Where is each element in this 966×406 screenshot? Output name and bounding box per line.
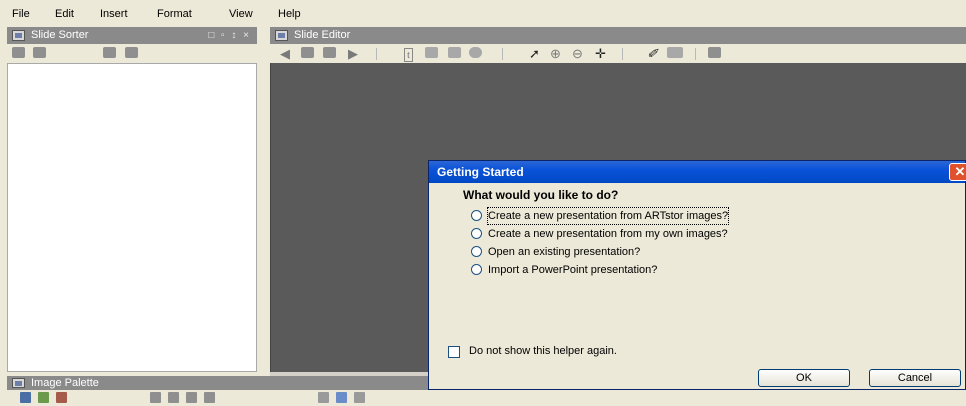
slide-layout-icon[interactable] <box>323 47 336 58</box>
palette-tool-icon[interactable] <box>186 392 197 403</box>
dont-show-again-label[interactable]: Do not show this helper again. <box>469 345 617 357</box>
palette-tool-icon[interactable] <box>150 392 161 403</box>
image-palette-icon <box>12 378 25 388</box>
slide-image-icon[interactable] <box>301 47 314 58</box>
image-palette-title: Image Palette <box>31 377 99 389</box>
slide-sorter-pane[interactable] <box>7 63 257 372</box>
slide-sorter-title: Slide Sorter <box>31 29 89 41</box>
menu-view[interactable]: View <box>229 8 253 20</box>
option-artstor-label[interactable]: Create a new presentation from ARTstor i… <box>486 207 730 225</box>
toolbar-separator <box>376 48 377 60</box>
text-tool-icon[interactable]: t <box>404 48 414 62</box>
delete-slide-icon[interactable] <box>33 47 46 58</box>
toolbar-separator <box>695 48 696 60</box>
zoom-in-icon[interactable]: ⊕ <box>550 44 561 64</box>
pan-icon[interactable]: ✛ <box>595 44 606 64</box>
cancel-button[interactable]: Cancel <box>869 369 961 387</box>
slide-sorter-toolbar <box>7 44 257 64</box>
slide-editor-icon <box>275 30 288 41</box>
new-slide-icon[interactable] <box>12 47 25 58</box>
slide-editor-toolbar: ◀ ▶ t ➚ ⊕ ⊖ ✛ ✐ <box>270 44 966 64</box>
folder-icon[interactable] <box>38 392 49 403</box>
small-thumbnails-icon[interactable] <box>318 392 329 403</box>
getting-started-dialog: Getting Started ✕ What would you like to… <box>428 160 966 390</box>
dont-show-again-checkbox[interactable] <box>448 346 460 358</box>
large-thumbnails-icon[interactable] <box>336 392 347 403</box>
comment-icon[interactable] <box>125 47 138 58</box>
next-slide-icon[interactable]: ▶ <box>348 44 358 64</box>
remove-image-icon[interactable] <box>56 392 67 403</box>
rectangle-tool-icon[interactable] <box>425 47 438 58</box>
slide-editor-titlebar: Slide Editor <box>270 27 966 44</box>
dialog-title: Getting Started <box>437 165 524 179</box>
delete-tool-icon[interactable] <box>469 47 482 58</box>
dialog-titlebar: Getting Started ✕ <box>429 161 966 183</box>
palette-tool-icon[interactable] <box>204 392 215 403</box>
menu-bar: File Edit Insert Format View Help <box>0 0 966 26</box>
close-icon[interactable]: ✕ <box>949 163 966 181</box>
dialog-question: What would you like to do? <box>463 188 619 202</box>
zoom-out-icon[interactable]: ⊖ <box>572 44 583 64</box>
option-open-existing-label[interactable]: Open an existing presentation? <box>488 244 640 260</box>
notes-icon[interactable] <box>708 47 721 58</box>
list-view-icon[interactable] <box>354 392 365 403</box>
menu-format[interactable]: Format <box>157 8 192 20</box>
link-icon[interactable]: ✐ <box>647 44 658 64</box>
pointer-icon[interactable]: ➚ <box>529 44 540 64</box>
slide-sorter-titlebar: Slide Sorter □ ▫ ↕ × <box>7 27 257 44</box>
toolbar-separator <box>622 48 623 60</box>
slide-sorter-window-controls[interactable]: □ ▫ ↕ × <box>208 27 251 44</box>
previous-slide-icon[interactable]: ◀ <box>280 44 290 64</box>
menu-help[interactable]: Help <box>278 8 301 20</box>
palette-tool-icon[interactable] <box>168 392 179 403</box>
menu-file[interactable]: File <box>12 8 30 20</box>
radio-import-powerpoint[interactable] <box>471 264 482 275</box>
image-palette-toolbar <box>0 390 430 406</box>
note-icon[interactable] <box>103 47 116 58</box>
image-tool-icon[interactable] <box>448 47 461 58</box>
radio-artstor[interactable] <box>471 210 482 221</box>
slide-sorter-icon <box>12 30 25 41</box>
toolbar-separator <box>502 48 503 60</box>
radio-open-existing[interactable] <box>471 246 482 257</box>
ok-button[interactable]: OK <box>758 369 850 387</box>
menu-edit[interactable]: Edit <box>55 8 74 20</box>
option-own-images-label[interactable]: Create a new presentation from my own im… <box>488 226 728 242</box>
slide-editor-title: Slide Editor <box>294 29 351 41</box>
caption-icon[interactable] <box>667 47 683 58</box>
radio-own-images[interactable] <box>471 228 482 239</box>
menu-insert[interactable]: Insert <box>100 8 128 20</box>
image-palette-titlebar: Image Palette <box>7 376 430 390</box>
option-import-powerpoint-label[interactable]: Import a PowerPoint presentation? <box>488 262 657 278</box>
import-images-icon[interactable] <box>20 392 31 403</box>
